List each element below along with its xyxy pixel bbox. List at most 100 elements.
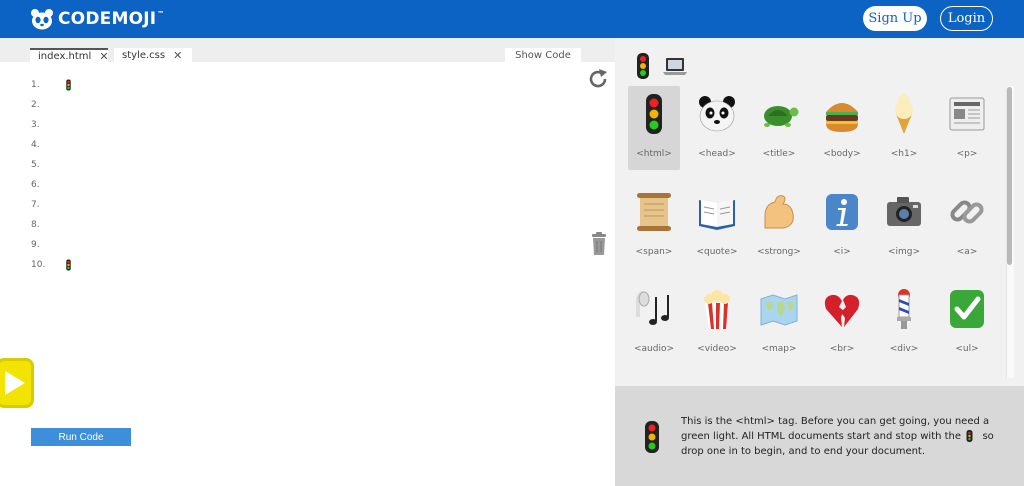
line-number: 8. — [31, 220, 40, 230]
tag-label: <a> — [956, 247, 978, 257]
tag-tile[interactable]: <div> — [878, 281, 930, 365]
tag-tile[interactable]: <body> — [816, 86, 868, 170]
traffic-light-icon[interactable] — [63, 76, 74, 94]
traffic-light-icon — [645, 421, 659, 453]
information-icon — [826, 194, 858, 230]
line-number: 6. — [31, 180, 40, 190]
tag-label: <img> — [887, 247, 921, 257]
tag-tile[interactable]: <span> — [628, 184, 680, 268]
turtle-icon — [764, 106, 799, 127]
tag-label: <div> — [889, 344, 919, 354]
tag-tile[interactable]: <video> — [691, 281, 743, 365]
tag-label: <p> — [956, 149, 978, 159]
line-number: 5. — [31, 160, 40, 170]
popcorn-icon — [704, 290, 730, 329]
panda-logo-icon — [31, 9, 53, 30]
tag-label: <head> — [698, 149, 736, 159]
tag-label: <body> — [823, 149, 861, 159]
tag-tile[interactable]: <quote> — [691, 184, 743, 268]
traffic-light-icon[interactable] — [632, 52, 654, 80]
refresh-icon[interactable] — [587, 68, 609, 90]
link-icon — [950, 200, 984, 224]
tag-label: <br> — [829, 344, 855, 354]
code-line[interactable]: 2. — [31, 95, 91, 115]
traffic-light-icon[interactable] — [63, 256, 74, 274]
play-icon — [5, 371, 25, 395]
tag-label: <quote> — [696, 247, 738, 257]
barber-pole-icon — [897, 289, 911, 329]
code-line[interactable]: 3. — [31, 115, 91, 135]
ice-cream-icon — [895, 93, 913, 134]
line-number: 2. — [31, 100, 40, 110]
headphones-icon — [636, 291, 669, 325]
code-line[interactable]: 10. — [31, 255, 91, 275]
code-line[interactable]: 6. — [31, 175, 91, 195]
trademark: ™ — [157, 10, 165, 18]
panda-icon — [699, 96, 735, 132]
tag-tile[interactable]: <title> — [753, 86, 805, 170]
camera-icon — [887, 197, 921, 226]
editor-tab-bar: index.html ✕ style.css ✕ Show Code — [0, 38, 615, 63]
category-tabs — [632, 52, 688, 80]
line-number: 3. — [31, 120, 40, 130]
login-button[interactable]: Login — [940, 6, 993, 31]
tab-style-css[interactable]: style.css ✕ — [114, 48, 192, 62]
traffic-light-icon — [646, 94, 662, 134]
tag-description: This is the <html> tag. Before you can g… — [681, 414, 1011, 459]
palette-scrollbar-thumb[interactable] — [1007, 87, 1012, 265]
code-line[interactable]: 8. — [31, 215, 91, 235]
tag-label: <h1> — [890, 149, 918, 159]
code-editor[interactable] — [0, 62, 615, 486]
line-number: 4. — [31, 140, 40, 150]
hamburger-icon — [826, 103, 858, 132]
tag-label: <strong> — [757, 247, 801, 257]
open-book-icon — [699, 200, 735, 230]
newspaper-icon — [949, 97, 985, 131]
tab-index-html[interactable]: index.html ✕ — [30, 48, 109, 63]
traffic-light-icon — [966, 430, 973, 442]
code-line[interactable]: 4. — [31, 135, 91, 155]
tag-tile[interactable]: <head> — [691, 86, 743, 170]
tag-label: <ul> — [955, 344, 979, 354]
tab-label: style.css — [122, 49, 166, 61]
tag-tile[interactable]: <img> — [878, 184, 930, 268]
laptop-icon[interactable] — [662, 52, 688, 80]
tag-tile[interactable]: <br> — [816, 281, 868, 365]
codemoji-logo[interactable]: CODEMOJI ™ — [30, 7, 164, 31]
code-line[interactable]: 9. — [31, 235, 91, 255]
tag-label: <video> — [697, 344, 737, 354]
tag-tile[interactable]: <audio> — [628, 281, 680, 365]
tag-tile[interactable]: <h1> — [878, 86, 930, 170]
tag-label: <map> — [761, 344, 797, 354]
line-number: 7. — [31, 200, 40, 210]
trash-icon[interactable] — [590, 232, 608, 256]
tag-description-text: This is the <html> tag. Before you can g… — [681, 416, 990, 442]
tag-label: <i> — [833, 247, 851, 257]
scroll-icon — [637, 193, 671, 231]
tag-tile[interactable]: <ul> — [941, 281, 993, 365]
tag-tile[interactable]: <a> — [941, 184, 993, 268]
tag-label: <html> — [636, 149, 672, 159]
tag-tile[interactable]: <strong> — [753, 184, 805, 268]
code-line[interactable]: 1. — [31, 75, 91, 95]
tag-tile[interactable]: <p> — [941, 86, 993, 170]
tag-tile[interactable]: <html> — [628, 86, 680, 170]
tag-label: <audio> — [633, 344, 675, 354]
tag-label: <title> — [762, 149, 796, 159]
tag-tile[interactable]: <i> — [816, 184, 868, 268]
sign-up-button[interactable]: Sign Up — [863, 6, 927, 31]
world-map-icon — [760, 294, 798, 326]
code-line[interactable]: 7. — [31, 195, 91, 215]
show-code-button[interactable]: Show Code — [505, 48, 581, 62]
close-icon[interactable]: ✕ — [99, 50, 108, 63]
tag-label: <span> — [635, 247, 673, 257]
tutorial-play-button[interactable] — [0, 358, 34, 408]
run-code-button[interactable]: Run Code — [31, 428, 131, 446]
line-number: 10. — [31, 260, 46, 270]
code-line[interactable]: 5. — [31, 155, 91, 175]
broken-heart-icon — [824, 294, 860, 327]
close-icon[interactable]: ✕ — [173, 49, 182, 62]
check-mark-icon — [950, 290, 984, 328]
tab-label: index.html — [38, 50, 92, 62]
tag-tile[interactable]: <map> — [753, 281, 805, 365]
